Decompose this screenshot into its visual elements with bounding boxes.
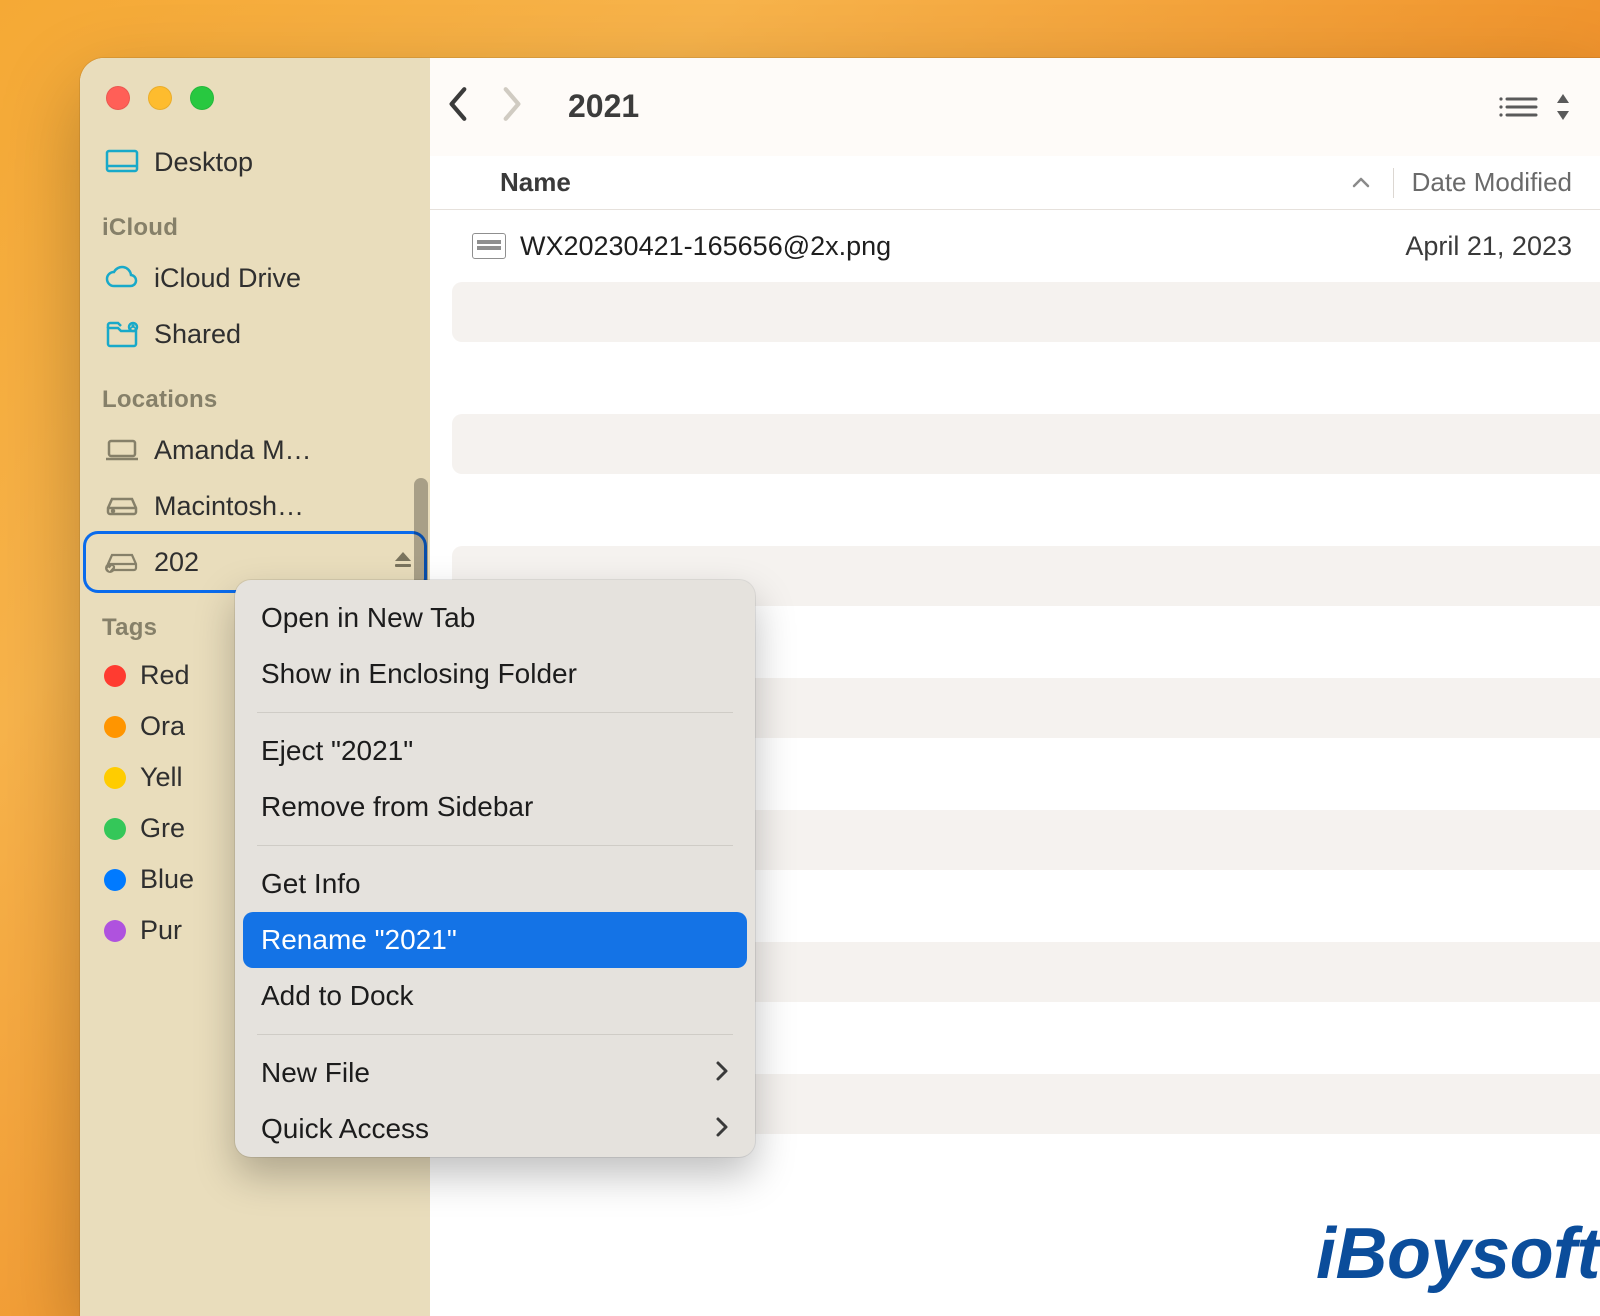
tag-dot-icon xyxy=(104,716,126,738)
toolbar: 2021 xyxy=(430,58,1600,156)
menu-open-new-tab[interactable]: Open in New Tab xyxy=(243,590,747,646)
minimize-button[interactable] xyxy=(148,86,172,110)
sidebar-item-desktop[interactable]: Desktop xyxy=(86,134,424,190)
empty-row xyxy=(452,348,1600,408)
file-row[interactable]: WX20230421-165656@2x.png April 21, 2023 xyxy=(452,216,1600,276)
column-header-name[interactable]: Name xyxy=(500,167,1351,198)
menu-add-to-dock[interactable]: Add to Dock xyxy=(243,968,747,1024)
sidebar-item-label: 202 xyxy=(154,547,199,578)
image-file-icon xyxy=(472,233,506,259)
sidebar-group-label: iCloud xyxy=(80,204,430,250)
sidebar-item-label: Desktop xyxy=(154,147,253,178)
desktop-icon xyxy=(104,144,140,180)
menu-separator xyxy=(257,712,733,713)
sidebar-item-label: iCloud Drive xyxy=(154,263,301,294)
eject-icon[interactable] xyxy=(392,547,414,578)
file-name: WX20230421-165656@2x.png xyxy=(520,231,891,262)
close-button[interactable] xyxy=(106,86,130,110)
sidebar-item-label: Pur xyxy=(140,915,182,946)
tag-dot-icon xyxy=(104,920,126,942)
internal-drive-icon xyxy=(104,488,140,524)
sidebar-group-locations: Locations Amanda M… xyxy=(80,376,430,590)
tag-dot-icon xyxy=(104,818,126,840)
forward-button[interactable] xyxy=(498,85,524,128)
sidebar-item-label: Yell xyxy=(140,762,183,793)
chevron-right-icon xyxy=(715,1057,729,1089)
window-controls xyxy=(80,76,430,110)
sidebar-item-label: Red xyxy=(140,660,190,691)
menu-remove-sidebar[interactable]: Remove from Sidebar xyxy=(243,779,747,835)
menu-quick-access[interactable]: Quick Access xyxy=(243,1101,747,1157)
window-title: 2021 xyxy=(568,88,639,125)
watermark-logo: iBoysoft xyxy=(1316,1218,1600,1290)
sidebar-item-shared[interactable]: Shared xyxy=(86,306,424,362)
empty-row xyxy=(452,282,1600,342)
sidebar-item-label: Shared xyxy=(154,319,241,350)
menu-separator xyxy=(257,1034,733,1035)
column-header-row: Name Date Modified xyxy=(430,156,1600,210)
empty-row xyxy=(452,480,1600,540)
column-divider[interactable] xyxy=(1393,168,1394,198)
sidebar-item-label: Macintosh… xyxy=(154,491,304,522)
tag-dot-icon xyxy=(104,869,126,891)
tag-dot-icon xyxy=(104,767,126,789)
menu-rename[interactable]: Rename "2021" xyxy=(243,912,747,968)
sidebar-item-computer[interactable]: Amanda M… xyxy=(86,422,424,478)
sidebar-group-icloud: iCloud iCloud Drive xyxy=(80,204,430,362)
sidebar-item-macintosh-hd[interactable]: Macintosh… xyxy=(86,478,424,534)
fullscreen-button[interactable] xyxy=(190,86,214,110)
desktop-wallpaper: Desktop iCloud iCloud Drive xyxy=(0,0,1600,1316)
shared-folder-icon xyxy=(104,316,140,352)
menu-new-file[interactable]: New File xyxy=(243,1045,747,1101)
menu-separator xyxy=(257,845,733,846)
tag-dot-icon xyxy=(104,665,126,687)
laptop-icon xyxy=(104,432,140,468)
sidebar-item-label: Amanda M… xyxy=(154,435,312,466)
sidebar-item-icloud-drive[interactable]: iCloud Drive xyxy=(86,250,424,306)
sort-indicator-icon[interactable] xyxy=(1351,176,1371,190)
back-button[interactable] xyxy=(446,85,472,128)
file-date: April 21, 2023 xyxy=(1405,231,1572,262)
sidebar-group-label: Locations xyxy=(80,376,430,422)
menu-eject[interactable]: Eject "2021" xyxy=(243,723,747,779)
empty-row xyxy=(452,414,1600,474)
external-drive-icon xyxy=(104,544,140,580)
sidebar-item-label: Ora xyxy=(140,711,185,742)
sidebar-item-label: Blue xyxy=(140,864,194,895)
view-options-button[interactable] xyxy=(1496,92,1572,122)
cloud-icon xyxy=(104,260,140,296)
context-menu: Open in New Tab Show in Enclosing Folder… xyxy=(235,580,755,1157)
chevron-right-icon xyxy=(715,1113,729,1145)
sidebar-item-label: Gre xyxy=(140,813,185,844)
menu-show-enclosing[interactable]: Show in Enclosing Folder xyxy=(243,646,747,702)
menu-get-info[interactable]: Get Info xyxy=(243,856,747,912)
chevron-up-down-icon xyxy=(1554,92,1572,122)
column-header-date[interactable]: Date Modified xyxy=(1412,167,1572,198)
